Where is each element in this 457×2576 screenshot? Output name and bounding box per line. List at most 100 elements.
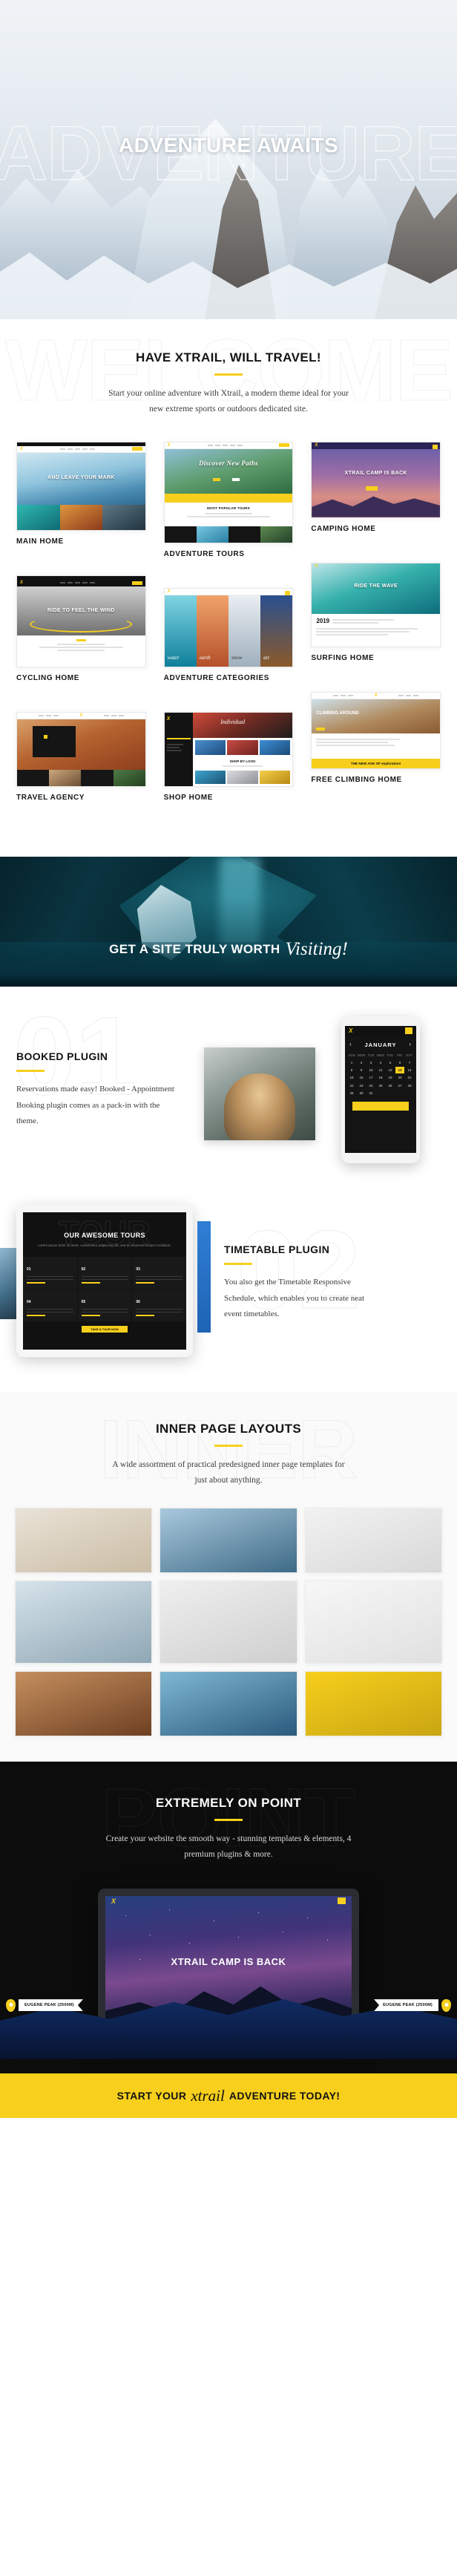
demo-item-adventure-categories[interactable]: X water earth snow air ADVENTURE CATEGOR… — [163, 587, 294, 697]
cave-headline: GET A SITE TRULY WORTH Visiting! — [0, 939, 457, 960]
inner-card[interactable] — [160, 1508, 297, 1574]
book-now-button[interactable] — [352, 1102, 409, 1111]
calendar-day[interactable]: 6 — [395, 1059, 404, 1066]
timetable-cell[interactable]: 06 — [132, 1289, 186, 1322]
timetable-cell[interactable]: 01 — [23, 1257, 77, 1289]
prev-month-icon[interactable]: ‹ — [349, 1041, 352, 1047]
demo-item-free-climbing-home[interactable]: X CLIMBING AROUND THE NEW AGE OF explora… — [311, 691, 441, 799]
demo-item-adventure-tours[interactable]: X Discover New Paths MOST POPULAR TOURS … — [163, 441, 294, 573]
calendar-day[interactable]: 5 — [386, 1059, 395, 1066]
welcome-header: HAVE XTRAIL, WILL TRAVEL! Start your onl… — [0, 350, 457, 418]
hamburger-icon[interactable] — [405, 1027, 412, 1035]
demo-screenshot[interactable]: X — [16, 711, 146, 787]
demo-screenshot[interactable]: X RIDE TO FEEL THE WIND — [16, 575, 146, 667]
booked-row: BOOKED PLUGIN Reservations made easy! Bo… — [16, 1016, 441, 1165]
mini-hero-caption: CLIMBING AROUND — [316, 711, 359, 716]
calendar-day[interactable]: 7 — [405, 1059, 414, 1066]
timetable-cell[interactable]: 05 — [77, 1289, 132, 1322]
calendar-day[interactable]: 2 — [357, 1059, 366, 1066]
calendar-day[interactable]: 11 — [376, 1067, 385, 1073]
mini-logo-icon: X — [20, 581, 24, 586]
demo-screenshot[interactable]: X Individual SHOP BY LOOK — [163, 711, 294, 787]
hamburger-icon[interactable] — [338, 1897, 346, 1905]
demo-item-cycling-home[interactable]: X RIDE TO FEEL THE WIND CYCLING HOME — [16, 575, 146, 697]
calendar-day[interactable]: 28 — [405, 1082, 414, 1089]
calendar-day-grid[interactable]: 1 2 3 4 5 6 7 8 9 10 11 12 13 14 15 16 17 18 19 20 21 22 23 24 2… — [345, 1059, 416, 1097]
booked-body: Reservations made easy! Booked - Appoint… — [16, 1085, 174, 1126]
map-pin-left[interactable]: EUGENE PEAK (2500M) — [6, 1998, 83, 2012]
calendar-day[interactable]: 8 — [347, 1067, 356, 1073]
demo-screenshot[interactable]: X RIDE THE WAVE 2019 — [311, 562, 441, 647]
tablet-mockup: TOUR OUR AWESOME TOURS Lorem ipsum dolor… — [16, 1204, 193, 1357]
timetable-copy: TIMETABLE PLUGIN You also get the Timeta… — [224, 1243, 380, 1322]
demo-screenshot[interactable]: X XTRAIL CAMP IS BACK — [311, 441, 441, 518]
demo-screenshot[interactable]: X AND LEAVE YOUR MARK — [16, 441, 146, 531]
calendar-day[interactable]: 26 — [386, 1082, 395, 1089]
timetable-cell[interactable]: 03 — [132, 1257, 186, 1289]
inner-card[interactable] — [160, 1671, 297, 1737]
timetable-cell[interactable]: 04 — [23, 1289, 77, 1322]
inner-subtitle: A wide assortment of practical predesign… — [112, 1459, 345, 1485]
mini-nav — [85, 714, 142, 716]
calendar-day[interactable]: 16 — [357, 1074, 366, 1081]
calendar-day[interactable]: 1 — [347, 1059, 356, 1066]
calendar-day[interactable]: 15 — [347, 1074, 356, 1081]
calendar-day[interactable]: 27 — [395, 1082, 404, 1089]
mini-section-title: MOST POPULAR TOURS — [207, 506, 250, 510]
inner-card[interactable] — [304, 1508, 442, 1574]
inner-card[interactable] — [15, 1508, 153, 1574]
xtrail-logo-icon: X — [349, 1027, 353, 1035]
pin-label: EUGENE PEAK (2500M) — [19, 1999, 83, 2012]
calendar-day[interactable]: 14 — [405, 1067, 414, 1073]
calendar-day[interactable]: 13 — [395, 1066, 404, 1074]
demo-screenshot[interactable]: X CLIMBING AROUND THE NEW AGE OF explora… — [311, 691, 441, 769]
demo-item-camping-home[interactable]: X XTRAIL CAMP IS BACK CAMPING HOME — [311, 441, 441, 548]
timetable-cta-button[interactable]: TAKE A TOUR NOW — [82, 1326, 128, 1333]
mini-quote-block — [17, 635, 145, 667]
mini-footer-band: THE NEW AGE OF exploration! — [312, 758, 440, 768]
calendar-day[interactable]: 22 — [347, 1082, 356, 1089]
onpoint-header: EXTREMELY ON POINT Create your website t… — [0, 1796, 457, 1863]
demo-grid: X AND LEAVE YOUR MARK MAIN HOME X RIDE T… — [0, 418, 457, 857]
inner-card[interactable] — [304, 1580, 442, 1664]
mini-nav — [25, 448, 130, 450]
demo-screenshot[interactable]: X Discover New Paths MOST POPULAR TOURS — [163, 441, 294, 543]
inner-card[interactable] — [304, 1671, 442, 1737]
calendar-day[interactable]: 12 — [386, 1067, 395, 1073]
calendar-day[interactable]: 20 — [395, 1074, 404, 1081]
calendar-day[interactable]: 4 — [376, 1059, 385, 1066]
inner-card[interactable] — [160, 1580, 297, 1664]
demo-item-travel-agency[interactable]: X TRAVEL AGENCY — [16, 711, 146, 817]
calendar-day[interactable]: 23 — [357, 1082, 366, 1089]
calendar-day[interactable]: 3 — [366, 1059, 375, 1066]
calendar-day[interactable]: 30 — [357, 1090, 366, 1096]
calendar-day[interactable]: 19 — [386, 1074, 395, 1081]
demo-screenshot[interactable]: X water earth snow air — [163, 587, 294, 667]
map-pin-right[interactable]: EUGENE PEAK (2500M) — [374, 1998, 451, 2012]
calendar-day[interactable]: 25 — [376, 1082, 385, 1089]
calendar-day[interactable]: 29 — [347, 1090, 356, 1096]
booked-mockup: X ‹ JANUARY › SUN MON TUE WED THU FRI SA… — [197, 1016, 441, 1165]
demo-label: CYCLING HOME — [16, 673, 79, 682]
mini-hero-image: Discover New Paths — [164, 448, 293, 494]
inner-card[interactable] — [15, 1580, 153, 1664]
calendar-day[interactable]: 18 — [376, 1074, 385, 1081]
footer-cta[interactable]: START YOUR xtrail ADVENTURE TODAY! — [0, 2073, 457, 2119]
mini-hero-caption: RIDE TO FEEL THE WIND — [47, 607, 115, 613]
calendar-day[interactable]: 31 — [366, 1090, 375, 1096]
calendar-day[interactable]: 9 — [357, 1067, 366, 1073]
calendar-day[interactable]: 24 — [366, 1082, 375, 1089]
demo-item-surfing-home[interactable]: X RIDE THE WAVE 2019 SURFING HOME — [311, 562, 441, 677]
calendar-weekday-row: SUN MON TUE WED THU FRI SAT — [345, 1053, 416, 1059]
demo-item-shop-home[interactable]: X Individual SHOP BY LOOK SHOP HOME — [163, 711, 294, 817]
demo-item-main-home[interactable]: X AND LEAVE YOUR MARK MAIN HOME — [16, 441, 146, 560]
booked-title: BOOKED PLUGIN — [16, 1050, 108, 1063]
mini-hero-caption: AND LEAVE YOUR MARK — [47, 475, 115, 481]
calendar-day[interactable]: 17 — [366, 1074, 375, 1081]
inner-card[interactable] — [15, 1671, 153, 1737]
timetable-cell[interactable]: 02 — [77, 1257, 132, 1289]
calendar-day[interactable]: 21 — [405, 1074, 414, 1081]
demo-label: ADVENTURE TOURS — [163, 549, 245, 558]
calendar-day[interactable]: 10 — [366, 1067, 375, 1073]
next-month-icon[interactable]: › — [409, 1041, 412, 1047]
